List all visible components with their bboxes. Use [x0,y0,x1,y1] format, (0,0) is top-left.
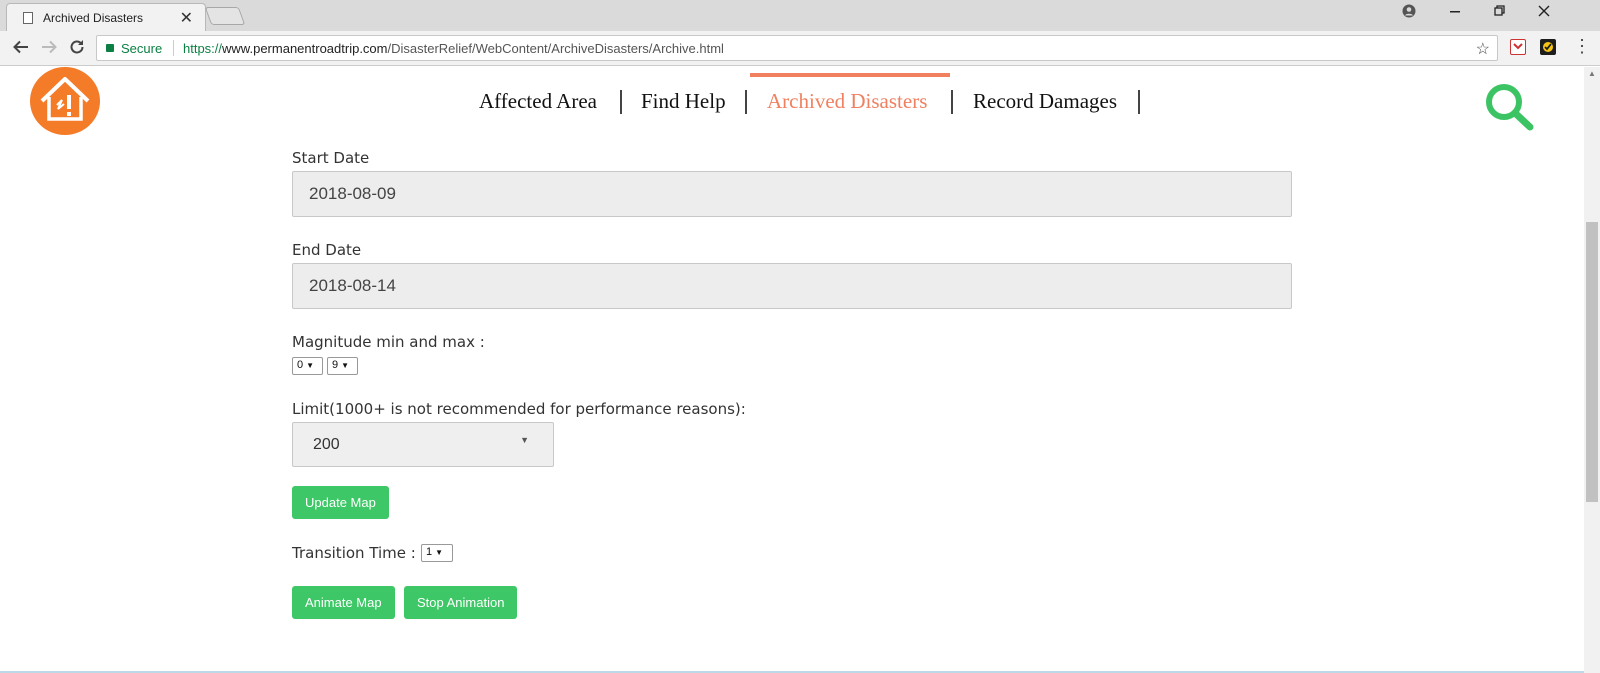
home-logo[interactable] [30,67,100,135]
nav-archived-disasters[interactable]: Archived Disasters [767,89,927,114]
browser-tab[interactable]: Archived Disasters ✕ [6,3,206,31]
update-map-button[interactable]: Update Map [292,486,389,519]
chevron-down-icon: ▼ [435,548,444,557]
url-text: https://www.permanentroadtrip.com/Disast… [183,41,724,56]
account-icon[interactable] [1402,4,1416,21]
url-field[interactable]: Secure https://www.permanentroadtrip.com… [96,35,1498,61]
stop-animation-button[interactable]: Stop Animation [404,586,518,619]
tab-close-icon[interactable]: ✕ [180,8,193,28]
url-host: www.permanentroadtrip.com [222,41,388,56]
transition-time-label: Transition Time : [292,544,416,562]
chevron-down-icon: ▼ [306,361,315,370]
magnitude-max-select[interactable]: 9 ▼ [327,357,358,375]
end-date-field[interactable]: 2018-08-14 [292,263,1292,309]
tab-title: Archived Disasters [43,11,144,25]
page-content: Affected Area Find Help Archived Disaste… [0,67,1584,673]
nav-divider [1138,90,1140,114]
transition-time-value: 1 [426,546,433,558]
chevron-down-icon: ▼ [520,435,529,445]
checklist-extension-icon[interactable] [1540,39,1556,55]
scroll-up-icon[interactable]: ▲ [1588,69,1596,78]
limit-label: Limit(1000+ is not recommended for perfo… [292,400,746,418]
nav-divider [745,90,747,114]
nav-record-damages[interactable]: Record Damages [973,89,1117,114]
url-path: /DisasterRelief/WebContent/ArchiveDisast… [387,41,724,56]
address-bar-row: Secure https://www.permanentroadtrip.com… [0,31,1600,66]
limit-value: 200 [313,436,340,453]
forward-icon[interactable] [40,38,58,61]
start-date-field[interactable]: 2018-08-09 [292,171,1292,217]
search-icon[interactable] [1482,81,1536,140]
scrollbar-thumb[interactable] [1586,222,1598,502]
animate-map-button[interactable]: Animate Map [292,586,395,619]
pocket-extension-icon[interactable] [1510,39,1526,55]
page-icon [23,12,33,24]
browser-menu-icon[interactable]: ⋮ [1573,36,1591,57]
minimize-icon[interactable] [1450,4,1462,21]
close-window-icon[interactable] [1538,4,1550,21]
lock-icon [106,44,114,52]
page-scrollbar[interactable]: ▲ [1584,67,1600,673]
browser-tab-bar: Archived Disasters ✕ [0,0,1600,31]
nav-divider [951,90,953,114]
magnitude-min-select[interactable]: 0 ▼ [292,357,323,375]
magnitude-label: Magnitude min and max : [292,333,485,351]
omnibox-divider [173,40,174,56]
start-date-label: Start Date [292,149,370,167]
url-protocol: https:// [183,41,223,56]
nav-affected-area[interactable]: Affected Area [479,89,597,114]
limit-select[interactable]: 200 ▼ [292,422,554,467]
reload-icon[interactable] [68,38,86,61]
bookmark-star-icon[interactable]: ☆ [1476,39,1490,59]
restore-icon[interactable] [1494,4,1506,21]
magnitude-max-value: 9 [332,359,339,371]
secure-label: Secure [121,41,163,56]
back-icon[interactable] [12,38,30,61]
end-date-label: End Date [292,241,362,259]
chevron-down-icon: ▼ [341,361,350,370]
transition-time-select[interactable]: 1 ▼ [421,544,453,562]
active-tab-indicator [750,73,950,77]
nav-find-help[interactable]: Find Help [641,89,726,114]
new-tab-button[interactable] [204,7,246,25]
magnitude-min-value: 0 [297,359,304,371]
nav-divider [620,90,622,114]
